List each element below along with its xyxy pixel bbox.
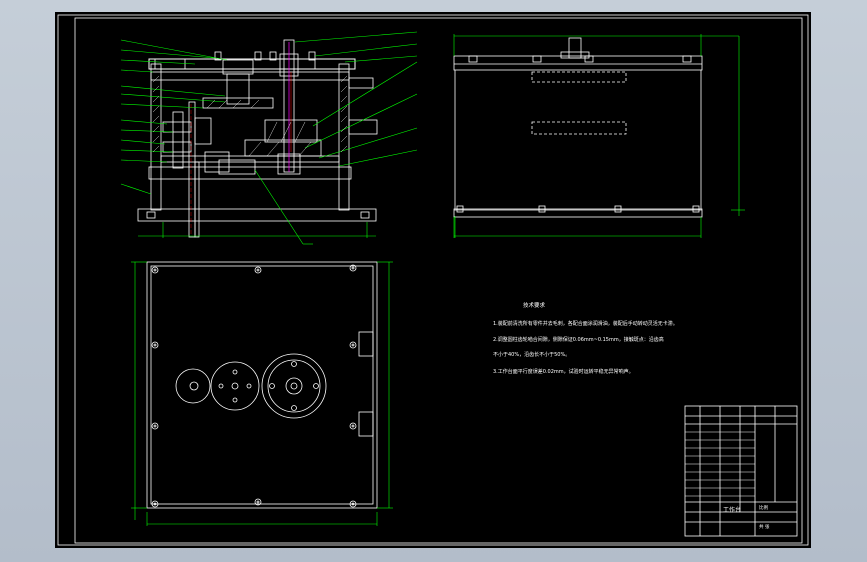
note-item: 1.装配前清洗所有零件并去毛刺，各配合面涂润滑油，装配后手动转动灵活无卡滞。	[493, 321, 678, 327]
note-item: 3.工作台面平行度误差0.02mm，试验时运转平稳无异常响声。	[493, 369, 634, 375]
top-view	[146, 261, 378, 509]
front-section-view	[137, 39, 378, 238]
assembly-drawing	[57, 14, 809, 546]
bolt-holes	[151, 264, 357, 508]
cad-viewport[interactable]: 技术要求 1.装配前清洗所有零件并去毛刺，各配合面涂润滑油，装配后手动转动灵活无…	[55, 12, 811, 548]
section-hatching	[152, 75, 348, 157]
side-view	[453, 37, 703, 218]
title-block	[684, 405, 798, 537]
notes-title: 技术要求	[523, 303, 546, 309]
note-item: 不小于40%，沿齿长不小于50%。	[493, 352, 571, 358]
note-item: 2.调整圆柱齿轮啮合间隙，侧隙保证0.06mm~0.15mm，接触斑点：沿齿高	[493, 337, 664, 343]
dimension-lines	[120, 31, 745, 526]
scale-label: 比例	[759, 506, 768, 511]
outer-frame	[57, 14, 809, 546]
sheet-label: 共 张	[759, 525, 770, 530]
drawing-name: 工作台	[723, 507, 742, 514]
